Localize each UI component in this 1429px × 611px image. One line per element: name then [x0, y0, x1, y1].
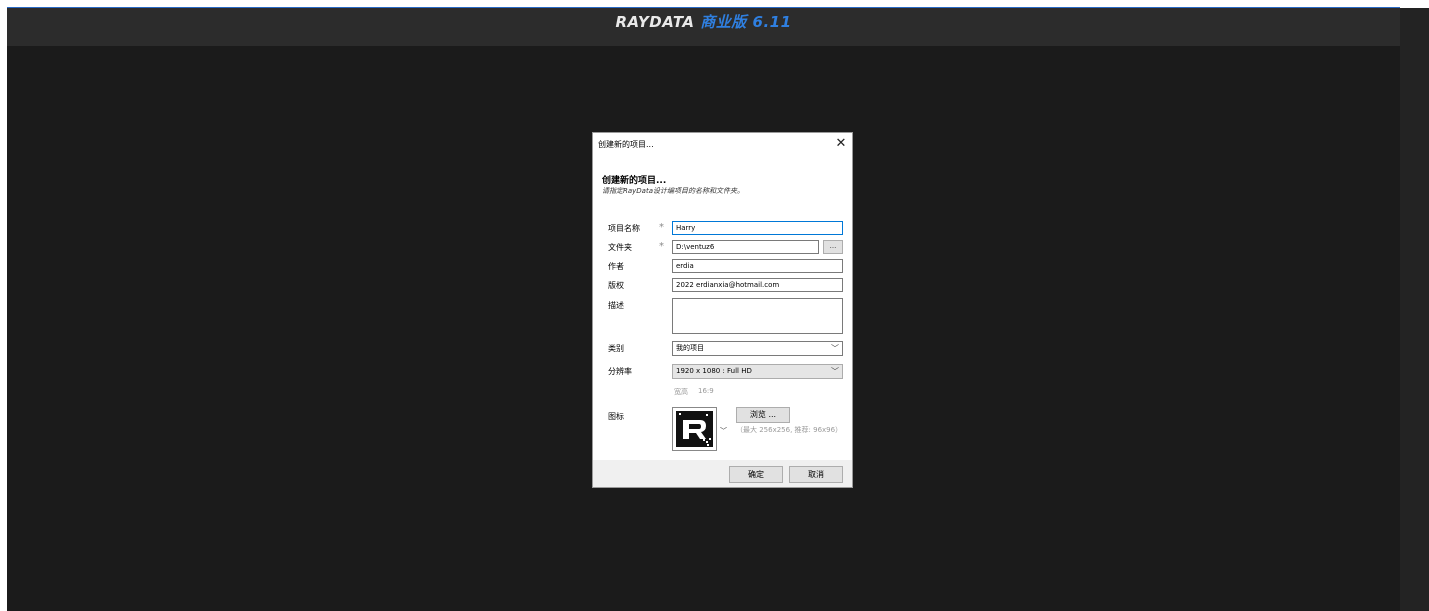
- app-header: RAYDATA 商业版 6.11: [7, 8, 1400, 46]
- logo-edition: 商业版: [700, 13, 747, 31]
- project-name-input[interactable]: Harry: [672, 221, 843, 235]
- folder-browse-button[interactable]: ...: [823, 240, 843, 254]
- logo-brand: RAYDATA: [615, 13, 695, 31]
- copyright-input[interactable]: 2022 erdianxia@hotmail.com: [672, 278, 843, 292]
- icon-browse-button[interactable]: 浏览 ...: [736, 407, 790, 423]
- dialog-subheading: 请指定RayData设计编项目的名称和文件夹。: [602, 187, 745, 195]
- category-label: 类别: [608, 344, 624, 353]
- chevron-down-icon: ﹀: [831, 367, 839, 376]
- required-star-icon: *: [659, 222, 664, 233]
- category-value: 我的项目: [676, 344, 704, 352]
- close-button[interactable]: ✕: [832, 135, 850, 153]
- folder-label: 文件夹: [608, 243, 632, 252]
- resolution-select[interactable]: 1920 x 1080 : Full HD ﹀: [672, 364, 843, 379]
- author-label: 作者: [608, 262, 624, 271]
- ok-button[interactable]: 确定: [729, 466, 783, 483]
- right-panel-strip: [1400, 8, 1429, 611]
- project-icon-preview[interactable]: [672, 407, 717, 451]
- resolution-label: 分辨率: [608, 367, 632, 376]
- folder-input[interactable]: D:\ventuz6: [672, 240, 819, 254]
- author-input[interactable]: erdia: [672, 259, 843, 273]
- description-textarea[interactable]: [672, 298, 843, 334]
- resolution-value: 1920 x 1080 : Full HD: [676, 367, 752, 375]
- icon-label: 图标: [608, 412, 624, 421]
- aspect-value: 16:9: [698, 387, 714, 395]
- category-select[interactable]: 我的项目 ﹀: [672, 341, 843, 356]
- dialog-title: 创建新的项目...: [598, 140, 654, 149]
- dialog-content: 创建新的项目... 请指定RayData设计编项目的名称和文件夹。 项目名称 *…: [593, 155, 852, 460]
- project-name-label: 项目名称: [608, 224, 640, 233]
- dialog-titlebar[interactable]: 创建新的项目... ✕: [593, 133, 852, 155]
- chevron-down-icon: ﹀: [831, 344, 839, 353]
- new-project-dialog: 创建新的项目... ✕ 创建新的项目... 请指定RayData设计编项目的名称…: [592, 132, 853, 488]
- icon-size-hint: （最大 256x256, 推荐: 96x96）: [736, 426, 843, 434]
- required-star-icon: *: [659, 241, 664, 252]
- dialog-heading: 创建新的项目...: [602, 176, 667, 186]
- cancel-button[interactable]: 取消: [789, 466, 843, 483]
- aspect-label: 宽高: [674, 388, 688, 396]
- close-icon: ✕: [835, 136, 847, 151]
- icon-dropdown-chevron-icon[interactable]: ﹀: [720, 426, 727, 436]
- logo-version: 6.11: [752, 13, 792, 31]
- copyright-label: 版权: [608, 281, 624, 290]
- app-logo: RAYDATA 商业版 6.11: [7, 11, 1400, 32]
- description-label: 描述: [608, 301, 624, 310]
- raydata-logo-icon: [673, 408, 716, 450]
